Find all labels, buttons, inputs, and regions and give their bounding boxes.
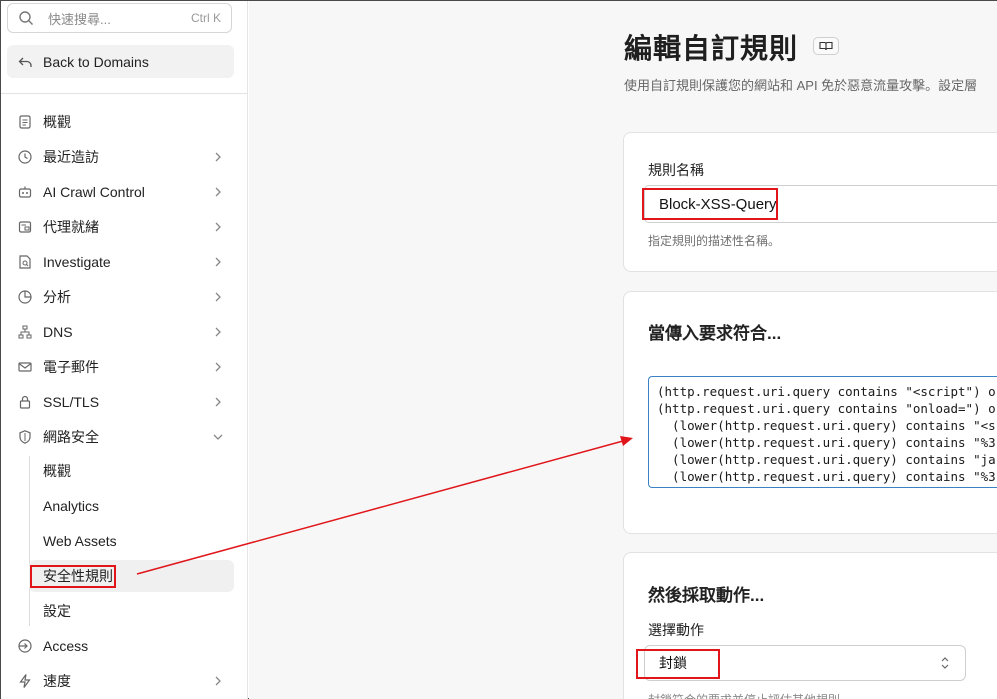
back-arrow-icon <box>18 57 32 67</box>
sidebar-subitem-analytics[interactable]: Analytics <box>29 490 234 522</box>
chevron-right-icon <box>215 152 221 162</box>
action-hint: 封鎖符合的要求並停止評估其他規則 <box>648 691 840 699</box>
action-card: 然後採取動作... 選擇動作 封鎖 封鎖符合的要求並停止評估其他規則 <box>623 552 997 699</box>
chevron-right-icon <box>215 397 221 407</box>
expression-line: (lower(http.request.uri.query) contains … <box>657 435 996 450</box>
rule-name-label: 規則名稱 <box>648 162 704 178</box>
chevron-up-down-icon <box>941 657 949 669</box>
sidebar-subitem-label: Analytics <box>43 498 100 514</box>
sidebar-item-label: 速度 <box>43 673 71 689</box>
search-shortcut: Ctrl K <box>191 11 221 25</box>
book-icon <box>819 41 833 51</box>
sidebar-item-recent[interactable]: 最近造訪 <box>7 141 234 173</box>
sidebar-item-speed[interactable]: 速度 <box>7 665 234 697</box>
sidebar-item-label: 代理就緒 <box>43 219 99 235</box>
match-heading: 當傳入要求符合... <box>648 324 782 343</box>
search-placeholder: 快速搜尋... <box>48 11 111 27</box>
sidebar-item-security[interactable]: 網路安全 <box>7 421 234 453</box>
lock-icon <box>19 395 31 409</box>
sidebar-divider <box>1 93 248 94</box>
expression-line: (lower(http.request.uri.query) contains … <box>657 469 996 484</box>
chevron-right-icon <box>215 292 221 302</box>
main-content: 編輯自訂規則 使用自訂規則保護您的網站和 API 免於惡意流量攻擊。設定層 規則… <box>249 1 997 699</box>
sidebar-item-ai-crawl-control[interactable]: AI Crawl Control <box>7 176 234 208</box>
sidebar-item-label: Access <box>43 638 89 654</box>
sidebar-subitem-label: 概觀 <box>43 463 71 479</box>
access-icon <box>18 639 32 653</box>
annotation-box-action <box>636 649 720 679</box>
page-subtitle: 使用自訂規則保護您的網站和 API 免於惡意流量攻擊。設定層 <box>624 78 978 93</box>
action-heading: 然後採取動作... <box>648 586 765 605</box>
sidebar-item-label: DNS <box>43 324 73 340</box>
sidebar-item-access[interactable]: Access <box>7 630 234 662</box>
rule-name-card: 規則名稱 Block-XSS-Query 指定規則的描述性名稱。 <box>623 132 997 272</box>
sidebar-item-label: SSL/TLS <box>43 394 100 410</box>
page-title: 編輯自訂規則 <box>624 33 799 64</box>
sidebar-item-analytics[interactable]: 分析 <box>7 281 234 313</box>
sidebar-subitem-label: 設定 <box>43 603 71 619</box>
sidebar-item-label: 網路安全 <box>43 429 99 445</box>
file-search-icon <box>19 255 31 269</box>
chevron-right-icon <box>215 257 221 267</box>
sidebar-subitem-settings[interactable]: 設定 <box>29 595 234 627</box>
proxy-icon <box>18 221 32 233</box>
robot-icon <box>18 186 32 198</box>
chevron-down-icon <box>213 434 223 440</box>
sidebar-item-ssl-tls[interactable]: SSL/TLS <box>7 386 234 418</box>
document-icon <box>19 115 31 129</box>
sidebar-subitem-label: Web Assets <box>43 533 117 549</box>
lightning-icon <box>19 674 31 688</box>
pie-chart-icon <box>18 290 32 304</box>
sidebar: 快速搜尋... Ctrl K Back to Domains 概觀 最近造訪 A… <box>1 1 248 699</box>
annotation-box-rule-name <box>642 188 778 220</box>
sidebar-subitem-web-assets[interactable]: Web Assets <box>29 525 234 557</box>
sidebar-item-dns[interactable]: DNS <box>7 316 234 348</box>
sidebar-item-label: 電子郵件 <box>43 359 99 375</box>
annotation-box-security-rules <box>30 565 116 588</box>
back-to-domains-button[interactable]: Back to Domains <box>7 45 234 78</box>
expression-line: (http.request.uri.query contains "<scrip… <box>657 384 997 399</box>
sidebar-item-investigate[interactable]: Investigate <box>7 246 234 278</box>
rule-name-hint: 指定規則的描述性名稱。 <box>648 234 781 248</box>
network-icon <box>18 325 32 339</box>
expression-line: (http.request.uri.query contains "onload… <box>657 401 997 416</box>
sidebar-item-proxy-ready[interactable]: 代理就緒 <box>7 211 234 243</box>
sidebar-item-label: 分析 <box>43 289 71 305</box>
action-select-label: 選擇動作 <box>648 622 704 638</box>
sidebar-item-label: Investigate <box>43 254 111 270</box>
expression-line: (lower(http.request.uri.query) contains … <box>657 452 996 467</box>
chevron-right-icon <box>215 676 221 686</box>
history-icon <box>18 150 32 164</box>
sidebar-subitem-security-overview[interactable]: 概觀 <box>29 455 234 487</box>
back-to-domains-label: Back to Domains <box>43 53 149 70</box>
sidebar-item-label: 最近造訪 <box>43 149 99 165</box>
chevron-right-icon <box>215 327 221 337</box>
sidebar-item-overview[interactable]: 概觀 <box>7 106 234 138</box>
sidebar-item-email[interactable]: 電子郵件 <box>7 351 234 383</box>
sidebar-item-label: 概觀 <box>43 114 71 130</box>
chevron-right-icon <box>215 187 221 197</box>
match-condition-card: 當傳入要求符合... (http.request.uri.query conta… <box>623 291 997 534</box>
expression-editor[interactable]: (http.request.uri.query contains "<scrip… <box>648 376 997 488</box>
documentation-button[interactable] <box>813 37 839 55</box>
search-icon <box>19 11 33 25</box>
mail-icon <box>18 362 32 372</box>
chevron-right-icon <box>215 222 221 232</box>
sidebar-item-label: AI Crawl Control <box>43 184 145 200</box>
search-input[interactable]: 快速搜尋... Ctrl K <box>7 3 232 33</box>
expression-line: (lower(http.request.uri.query) contains … <box>657 418 996 433</box>
shield-icon <box>19 430 31 444</box>
chevron-right-icon <box>215 362 221 372</box>
